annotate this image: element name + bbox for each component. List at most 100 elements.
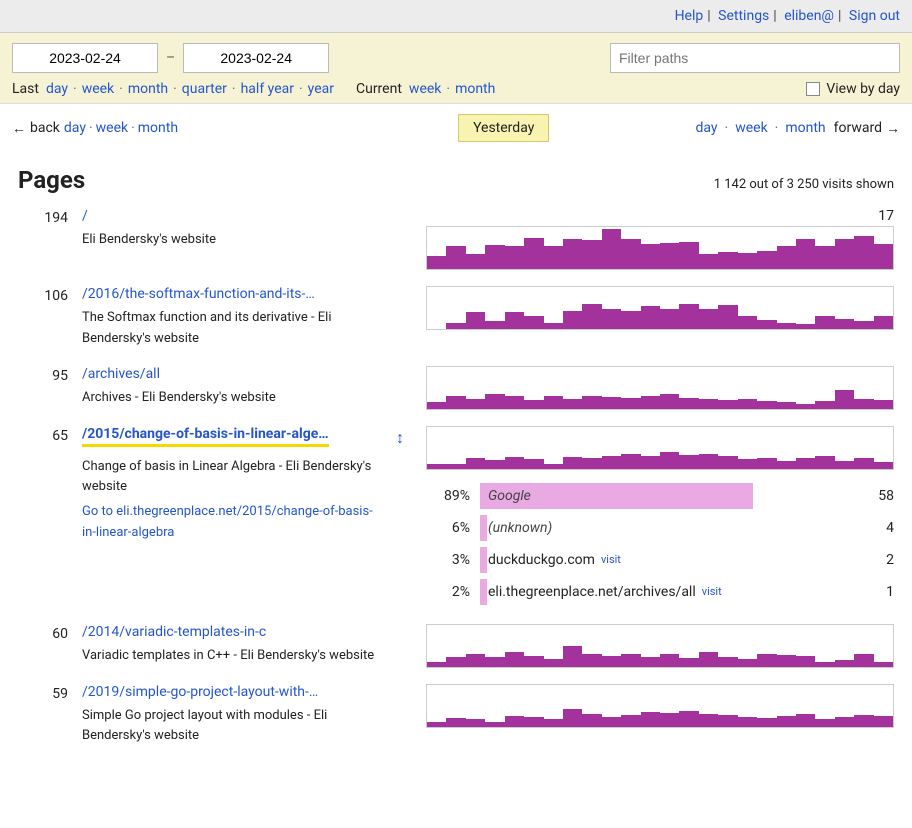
filter-paths-input[interactable] <box>610 43 900 73</box>
spark-bar <box>427 464 446 469</box>
spark-bar <box>621 715 640 727</box>
date-dash: – <box>166 50 175 66</box>
spark-bar <box>641 712 660 727</box>
spark-bar <box>757 401 776 409</box>
last-year-link[interactable]: year <box>308 81 334 97</box>
sparkline-chart[interactable] <box>426 366 894 410</box>
sparkline-chart[interactable] <box>426 286 894 330</box>
spark-bar <box>544 659 563 667</box>
signout-link[interactable]: Sign out <box>849 8 900 24</box>
spark-bar <box>738 717 757 726</box>
date-from-input[interactable] <box>12 43 158 73</box>
last-quarter-link[interactable]: quarter <box>182 81 227 97</box>
current-week-link[interactable]: week <box>409 81 441 97</box>
spark-bar <box>524 238 543 270</box>
visit-link[interactable]: visit <box>601 553 621 566</box>
forward-arrow-icon: → <box>886 120 900 137</box>
spark-bar <box>874 462 893 468</box>
back-label: back <box>30 120 60 136</box>
back-week-link[interactable]: week <box>96 120 128 136</box>
spark-bar <box>427 662 446 666</box>
nav-row: ← back day· week· month Yesterday day· w… <box>0 104 912 146</box>
visit-count: 95 <box>18 366 68 384</box>
visit-count: 194 <box>18 208 68 226</box>
page-path-link[interactable]: /2015/change-of-basis-in-linear-alge… <box>82 426 329 447</box>
page-chart-col <box>426 286 894 330</box>
spark-bar <box>563 311 582 329</box>
spark-bar <box>835 461 854 469</box>
current-label: Current <box>356 81 402 97</box>
spark-bar <box>563 709 582 727</box>
sparkline-chart[interactable] <box>426 684 894 728</box>
sort-icon <box>396 624 412 626</box>
back-month-link[interactable]: month <box>138 120 178 136</box>
spark-bar <box>544 323 563 329</box>
fwd-month-link[interactable]: month <box>785 120 825 136</box>
spark-bar <box>738 659 757 667</box>
spark-bar <box>466 719 485 727</box>
spark-bar <box>505 652 524 667</box>
spark-bar <box>777 716 796 727</box>
referrer-bar: (unknown) <box>480 515 854 541</box>
spark-bar <box>815 719 834 727</box>
spark-bar <box>446 657 465 666</box>
spark-bar <box>621 654 640 667</box>
sparkline-chart[interactable] <box>426 226 894 270</box>
spark-bar <box>582 304 601 329</box>
page-row: 65/2015/change-of-basis-in-linear-alge…C… <box>0 420 912 618</box>
view-by-day[interactable]: View by day <box>806 81 900 97</box>
current-month-link[interactable]: month <box>455 81 495 97</box>
last-month-link[interactable]: month <box>128 81 168 97</box>
yesterday-badge: Yesterday <box>458 114 549 142</box>
user-link[interactable]: eliben@ <box>784 8 834 24</box>
spark-bar <box>679 304 698 329</box>
spark-bar <box>602 717 621 726</box>
page-title: Change of basis in Linear Algebra - Eli … <box>82 457 382 499</box>
spark-bar <box>815 316 834 329</box>
spark-bar <box>660 713 679 726</box>
settings-link[interactable]: Settings <box>718 8 769 24</box>
spark-bar <box>524 316 543 329</box>
spark-bar <box>563 457 582 469</box>
spark-bar <box>485 657 504 666</box>
spark-bar <box>446 323 465 329</box>
sparkline-chart[interactable] <box>426 624 894 668</box>
last-halfyear-link[interactable]: half year <box>241 81 294 97</box>
page-path-link[interactable]: /2016/the-softmax-function-and-its-… <box>82 286 362 302</box>
page-path-link[interactable]: /archives/all <box>82 366 362 382</box>
spark-bar <box>505 396 524 409</box>
date-to-input[interactable] <box>183 43 329 73</box>
section-header: Pages 1 142 out of 3 250 visits shown <box>0 146 912 202</box>
view-by-day-label: View by day <box>826 81 900 97</box>
fwd-day-link[interactable]: day <box>695 120 717 136</box>
spark-bar <box>544 396 563 409</box>
fwd-week-link[interactable]: week <box>735 120 767 136</box>
spark-bar <box>563 239 582 269</box>
page-path-link[interactable]: / <box>82 208 362 224</box>
spark-bar <box>563 399 582 408</box>
help-link[interactable]: Help <box>675 8 704 24</box>
visit-link[interactable]: visit <box>702 585 722 598</box>
spark-bar <box>621 311 640 329</box>
spark-bar <box>446 246 465 269</box>
referrer-row[interactable]: 2%eli.thegreenplace.net/archives/allvisi… <box>426 576 894 608</box>
page-path-link[interactable]: /2014/variadic-templates-in-c <box>82 624 362 640</box>
back-day-link[interactable]: day <box>64 120 86 136</box>
referrer-row[interactable]: 89%Google58 <box>426 480 894 512</box>
page-path-link[interactable]: /2019/simple-go-project-layout-with-… <box>82 684 362 700</box>
sort-icon[interactable]: ↕ <box>396 426 412 448</box>
referrer-row[interactable]: 3%duckduckgo.comvisit2 <box>426 544 894 576</box>
referrer-row[interactable]: 6%(unknown)4 <box>426 512 894 544</box>
spark-bar <box>854 654 873 667</box>
checkbox-icon[interactable] <box>806 82 820 96</box>
sparkline-chart[interactable] <box>426 426 894 470</box>
last-week-link[interactable]: week <box>82 81 114 97</box>
spark-bar <box>874 316 893 329</box>
last-day-link[interactable]: day <box>46 81 68 97</box>
filter-bar: – Last day· week· month· quarter· half y… <box>0 32 912 104</box>
referrer-label: duckduckgo.com <box>488 552 595 568</box>
peak-value: 17 <box>426 208 894 224</box>
spark-bar <box>660 309 679 329</box>
goto-link[interactable]: Go to eli.thegreenplace.net/2015/change-… <box>82 502 382 544</box>
spark-bar <box>602 656 621 667</box>
